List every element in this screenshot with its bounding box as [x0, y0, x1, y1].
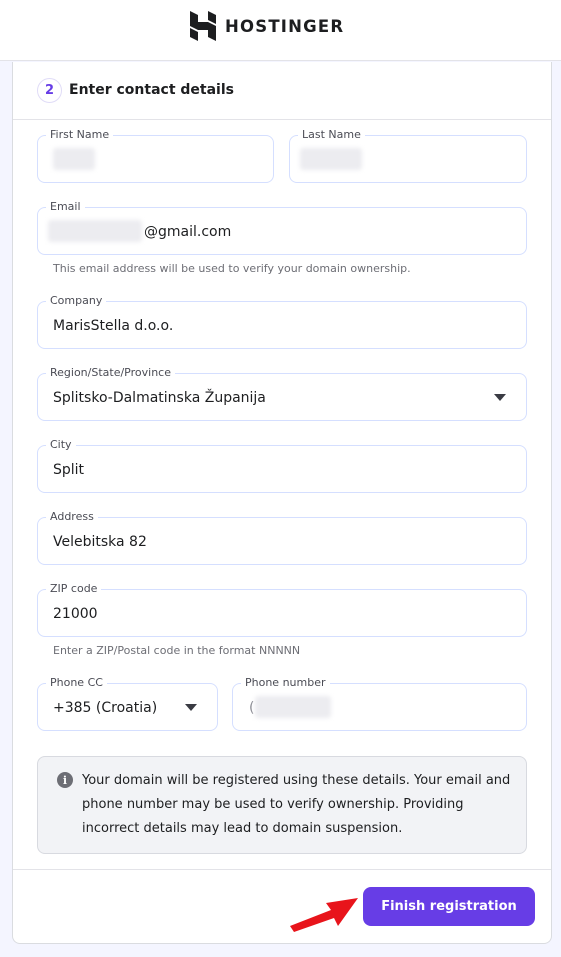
- company-label: Company: [46, 294, 107, 308]
- chevron-down-icon: [185, 704, 197, 711]
- chevron-down-icon: [494, 394, 506, 401]
- phone-cc-value: +385 (Croatia): [53, 700, 158, 716]
- address-label: Address: [46, 510, 98, 524]
- region-label: Region/State/Province: [46, 366, 175, 380]
- city-label: City: [46, 438, 76, 452]
- hostinger-logo-icon: [190, 11, 216, 41]
- top-bar: HOSTINGER: [0, 0, 561, 61]
- zip-field[interactable]: ZIP code 21000: [37, 582, 527, 637]
- phone-cc-label: Phone CC: [46, 676, 107, 690]
- zip-hint: Enter a ZIP/Postal code in the format NN…: [53, 644, 301, 657]
- info-text: Your domain will be registered using the…: [82, 773, 511, 836]
- step-header: 2 Enter contact details: [13, 62, 551, 120]
- email-field[interactable]: Email @gmail.com: [37, 200, 527, 255]
- finish-registration-button[interactable]: Finish registration: [363, 887, 535, 926]
- city-value: Split: [53, 462, 85, 478]
- info-icon: i: [57, 772, 73, 788]
- city-field[interactable]: City Split: [37, 438, 527, 493]
- phone-number-value: (: [249, 700, 255, 716]
- region-value: Splitsko-Dalmatinska Županija: [53, 390, 266, 406]
- zip-value: 21000: [53, 606, 98, 622]
- address-field[interactable]: Address Velebitska 82: [37, 510, 527, 565]
- phone-number-label: Phone number: [241, 676, 330, 690]
- info-notice: i Your domain will be registered using t…: [37, 756, 527, 854]
- last-name-redacted: [300, 148, 362, 170]
- phone-number-field[interactable]: Phone number (: [232, 676, 527, 731]
- last-name-field[interactable]: Last Name: [289, 128, 527, 183]
- phone-cc-select[interactable]: Phone CC +385 (Croatia): [37, 676, 218, 731]
- hostinger-logo[interactable]: HOSTINGER: [190, 11, 344, 41]
- company-value: MarisStella d.o.o.: [53, 318, 174, 334]
- email-label: Email: [46, 200, 85, 214]
- email-user-redacted: [48, 220, 142, 242]
- first-name-label: First Name: [46, 128, 114, 142]
- first-name-redacted: [53, 148, 95, 170]
- email-hint: This email address will be used to verif…: [53, 262, 411, 275]
- last-name-label: Last Name: [298, 128, 365, 142]
- footer-divider: [13, 869, 551, 870]
- red-arrow-annotation: [290, 898, 358, 932]
- company-field[interactable]: Company MarisStella d.o.o.: [37, 294, 527, 349]
- region-select[interactable]: Region/State/Province Splitsko-Dalmatins…: [37, 366, 527, 421]
- first-name-field[interactable]: First Name: [37, 128, 274, 183]
- step-number-badge: 2: [37, 78, 62, 103]
- brand-name: HOSTINGER: [225, 16, 345, 36]
- email-domain-value: @gmail.com: [144, 224, 232, 240]
- step-title: Enter contact details: [69, 82, 234, 98]
- phone-number-redacted: [255, 696, 331, 718]
- contact-details-card: 2 Enter contact details First Name Last …: [12, 62, 552, 944]
- address-value: Velebitska 82: [53, 534, 147, 550]
- zip-label: ZIP code: [46, 582, 102, 596]
